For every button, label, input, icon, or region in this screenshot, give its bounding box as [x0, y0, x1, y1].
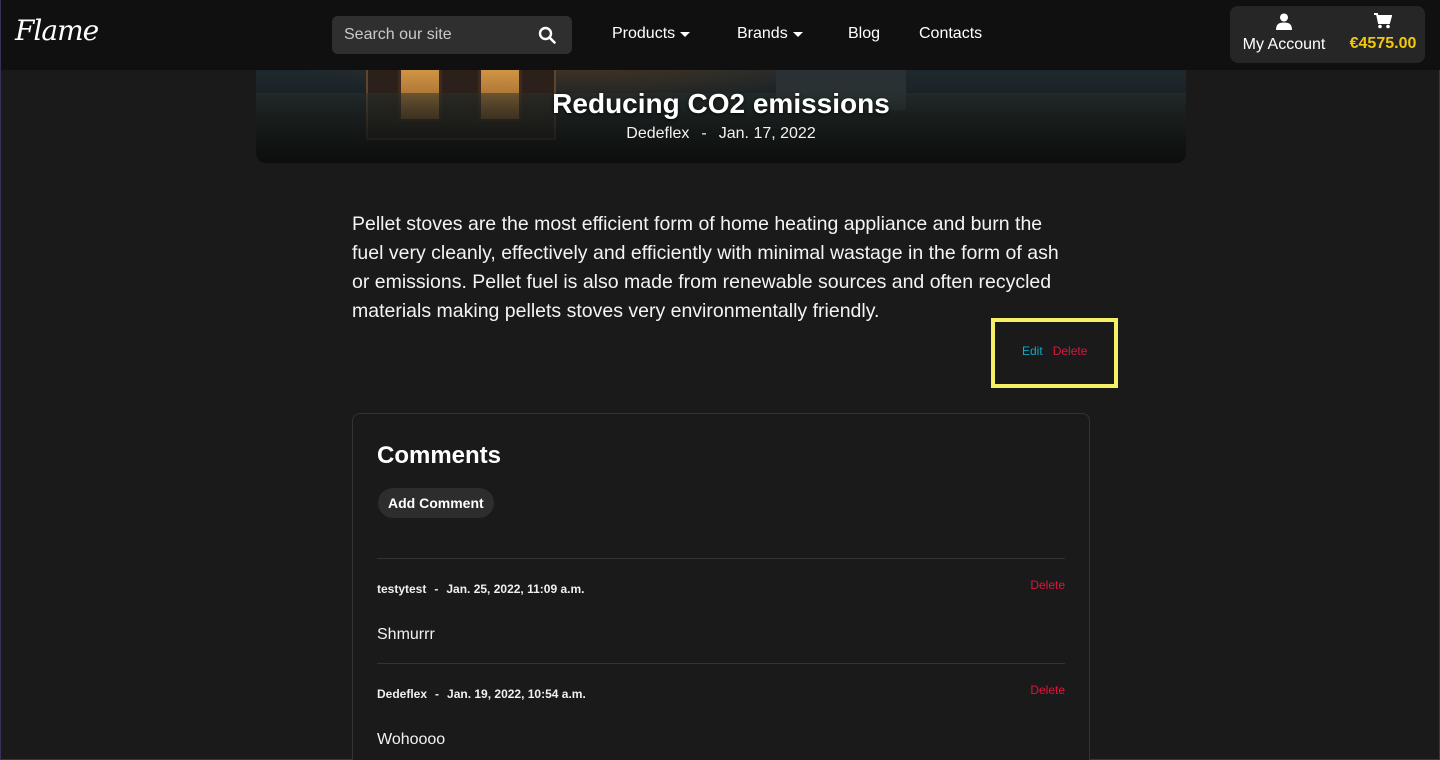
nav-products-label: Products	[612, 25, 676, 42]
delete-post-link[interactable]: Delete	[1053, 344, 1088, 358]
comments-heading: Comments	[377, 442, 502, 469]
comment-body: Wohoooo	[377, 731, 446, 748]
comment-body: Shmurrr	[377, 626, 435, 643]
nav-brands-label: Brands	[737, 25, 788, 42]
caret-down-icon	[792, 31, 803, 37]
delete-comment-link[interactable]: Delete	[1030, 578, 1065, 592]
comment-author: testytest	[377, 582, 427, 596]
post-author: Dedeflex	[626, 125, 690, 142]
comment-author: Dedeflex	[377, 687, 428, 701]
comments-card: Comments Add Comment testytest - Jan. 25, …	[352, 413, 1090, 760]
nav-brands[interactable]: Brands	[737, 25, 803, 43]
meta-separator: -	[435, 687, 440, 701]
delete-comment-link[interactable]: Delete	[1030, 683, 1065, 697]
my-account-button[interactable]: My Account	[1238, 6, 1330, 63]
comment-meta: testytest - Jan. 25, 2022, 11:09 a.m.	[377, 582, 584, 596]
cart-total: €4575.00	[1349, 35, 1417, 52]
user-icon	[1276, 13, 1292, 30]
post-meta: Dedeflex - Jan. 17, 2022	[256, 125, 1186, 143]
nav-products[interactable]: Products	[612, 25, 691, 43]
search-icon[interactable]	[538, 26, 556, 44]
nav-contacts[interactable]: Contacts	[919, 25, 982, 43]
top-navbar: Flame Products Brands Blog Contacts My A…	[1, 0, 1440, 70]
comment-item: Dedeflex - Jan. 19, 2022, 10:54 a.m. Delet…	[377, 663, 1065, 760]
edit-post-link[interactable]: Edit	[1022, 344, 1043, 358]
meta-separator: -	[434, 582, 439, 596]
cart-button[interactable]: €4575.00	[1343, 6, 1423, 63]
nav-blog[interactable]: Blog	[848, 25, 880, 43]
post-title: Reducing CO2 emissions	[552, 88, 890, 119]
search-bar	[332, 16, 572, 54]
search-input[interactable]	[332, 26, 522, 44]
comment-date: Jan. 19, 2022, 10:54 a.m.	[447, 687, 586, 701]
shopping-cart-icon	[1374, 13, 1392, 29]
site-logo[interactable]: Flame	[15, 14, 99, 47]
comment-item: testytest - Jan. 25, 2022, 11:09 a.m. Dele…	[377, 558, 1065, 663]
my-account-label: My Account	[1242, 36, 1326, 53]
comment-date: Jan. 25, 2022, 11:09 a.m.	[446, 582, 585, 596]
post-body: Pellet stoves are the most efficient for…	[352, 213, 1059, 322]
post-date: Jan. 17, 2022	[718, 125, 816, 142]
account-cart-box: My Account €4575.00	[1230, 6, 1425, 63]
post-actions: Edit Delete	[1022, 344, 1087, 358]
add-comment-button[interactable]: Add Comment	[378, 488, 494, 518]
caret-down-icon	[680, 31, 691, 37]
meta-separator: -	[701, 125, 707, 142]
comment-meta: Dedeflex - Jan. 19, 2022, 10:54 a.m.	[377, 687, 586, 701]
